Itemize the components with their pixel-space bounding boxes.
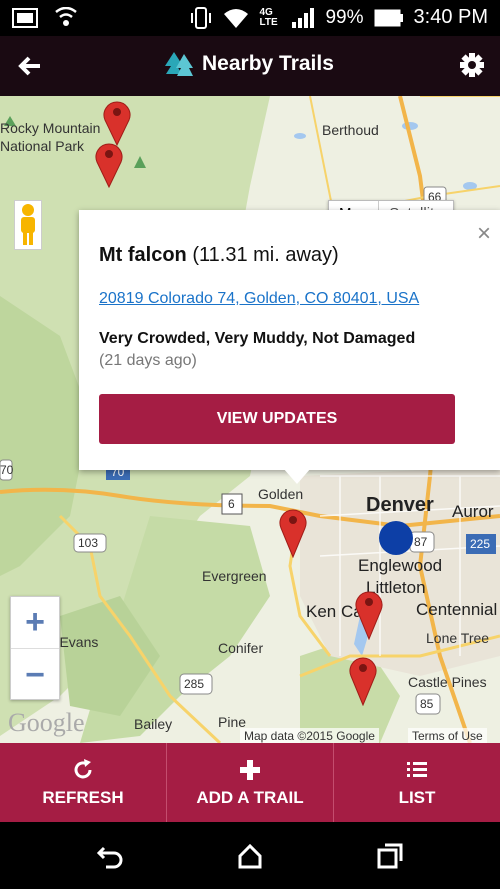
page-title: Nearby Trails — [202, 52, 334, 75]
map-label-aurora: Auror — [452, 502, 494, 521]
terms-link[interactable]: Terms of Use — [408, 728, 487, 743]
view-updates-button[interactable]: VIEW UPDATES — [99, 394, 455, 444]
map-label-englewood: Englewood — [358, 556, 443, 575]
trail-pin[interactable] — [102, 98, 132, 146]
zoom-controls: + − — [10, 596, 60, 700]
plus-icon — [240, 759, 260, 780]
image-notification-icon — [12, 8, 38, 28]
system-nav-bar — [0, 822, 500, 889]
vibrate-icon — [191, 6, 212, 29]
trail-pin[interactable] — [354, 588, 384, 640]
trail-conditions: Very Crowded, Very Muddy, Not Damaged — [99, 330, 416, 347]
trail-name: Mt falcon — [99, 244, 187, 266]
trail-title: Mt falcon (11.31 mi. away) — [99, 244, 339, 267]
map-label-golden: Golden — [258, 486, 304, 502]
add-trail-button[interactable]: ADD A TRAIL — [167, 743, 334, 822]
map-label-rocky-mountain: Rocky Mountain — [0, 120, 101, 136]
zoom-in-button[interactable]: + — [11, 597, 59, 649]
info-window-pointer — [283, 468, 311, 484]
trail-pin[interactable] — [348, 654, 378, 706]
trail-info-window: × Mt falcon (11.31 mi. away) 20819 Color… — [79, 210, 500, 484]
app-bar: Nearby Trails — [0, 36, 500, 96]
bottom-action-bar: REFRESH ADD A TRAIL LIST — [0, 743, 500, 822]
map-label-denver: Denver — [366, 494, 434, 516]
map-label-national-park: National Park — [0, 138, 85, 154]
refresh-button[interactable]: REFRESH — [0, 743, 167, 822]
map-attribution: Map data ©2015 Google — [240, 728, 379, 743]
street-view-pegman[interactable] — [14, 200, 42, 250]
trail-pin-selected[interactable] — [278, 506, 308, 558]
home-nav-icon[interactable] — [236, 842, 264, 870]
refresh-label: REFRESH — [42, 787, 124, 807]
battery-icon — [374, 9, 403, 26]
gear-icon — [460, 53, 484, 77]
wifi-signal-icon — [224, 8, 249, 28]
cell-signal-icon — [292, 7, 315, 28]
highway-85-label: 85 — [420, 697, 434, 711]
highway-103-label: 103 — [78, 536, 99, 550]
back-button[interactable] — [14, 50, 46, 82]
highway-87-label: 87 — [414, 535, 428, 549]
arrow-left-icon — [18, 56, 40, 76]
add-trail-label: ADD A TRAIL — [196, 787, 304, 807]
list-button[interactable]: LIST — [334, 743, 500, 822]
trees-logo-icon — [165, 52, 193, 76]
back-nav-icon[interactable] — [96, 842, 124, 870]
clock: 3:40 PM — [413, 6, 488, 28]
map-label-evergreen: Evergreen — [202, 568, 267, 584]
settings-button[interactable] — [456, 49, 488, 81]
trail-pin[interactable] — [94, 140, 124, 188]
battery-percent: 99% — [325, 6, 364, 28]
status-bar: 4G LTE 99% 3:40 PM — [0, 0, 500, 36]
highway-6-label: 6 — [228, 497, 235, 511]
current-location-dot — [379, 521, 413, 555]
map-label-centennial: Centennial — [416, 600, 498, 619]
network-type: 4G LTE — [259, 6, 278, 28]
highway-285-label: 285 — [184, 677, 205, 691]
zoom-out-button[interactable]: − — [11, 649, 59, 701]
map-label-bailey: Bailey — [134, 716, 173, 732]
list-label: LIST — [398, 787, 436, 807]
highway-70-left-label: 70 — [0, 463, 14, 477]
map-label-berthoud: Berthoud — [322, 122, 379, 138]
trail-update-age: (21 days ago) — [99, 352, 197, 369]
trail-distance: (11.31 mi. away) — [186, 244, 339, 266]
list-icon — [407, 761, 427, 777]
close-button[interactable]: × — [477, 220, 491, 248]
pegman-icon — [21, 204, 35, 245]
recent-apps-nav-icon[interactable] — [376, 842, 404, 870]
map-label-castle-pines: Castle Pines — [408, 674, 487, 690]
map-label-conifer: Conifer — [218, 640, 264, 656]
refresh-icon — [74, 758, 92, 778]
google-logo: Google — [8, 708, 85, 737]
highway-225-label: 225 — [470, 537, 491, 551]
map-label-lone-tree: Lone Tree — [426, 630, 490, 646]
wifi-notification-icon — [55, 7, 77, 26]
trail-address-link[interactable]: 20819 Colorado 74, Golden, CO 80401, USA — [99, 290, 419, 308]
